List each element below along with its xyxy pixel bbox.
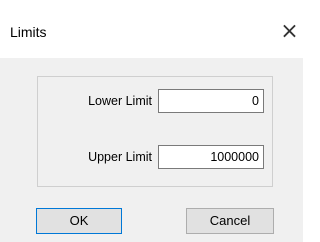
window-title: Limits xyxy=(10,24,47,40)
upper-limit-input[interactable]: 1000000 xyxy=(158,145,264,169)
limits-dialog: Limits × Lower Limit 0 Upper Limit 10000… xyxy=(0,0,303,242)
close-icon: × xyxy=(280,19,299,44)
cancel-button[interactable]: Cancel xyxy=(186,208,274,234)
upper-limit-label: Upper Limit xyxy=(88,150,152,164)
lower-limit-label: Lower Limit xyxy=(88,94,152,108)
lower-limit-input[interactable]: 0 xyxy=(158,89,264,113)
ok-button[interactable]: OK xyxy=(36,208,122,234)
close-button[interactable]: × xyxy=(276,14,303,50)
title-bar: Limits × xyxy=(0,0,303,58)
